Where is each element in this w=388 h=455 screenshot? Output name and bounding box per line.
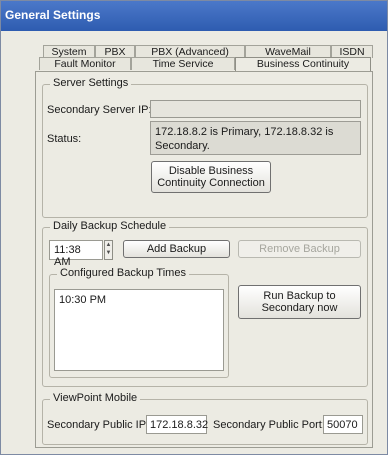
title-bar: General Settings <box>1 1 387 31</box>
secondary-server-ip-label: Secondary Server IP: <box>47 104 152 116</box>
tab-time-service[interactable]: Time Service <box>131 57 235 70</box>
secondary-public-ip-label: Secondary Public IP: <box>47 419 150 431</box>
backup-time-field[interactable]: 11:38 AM <box>49 240 103 268</box>
list-item[interactable]: 10:30 PM <box>59 294 219 306</box>
business-continuity-panel: Server Settings Secondary Server IP: Sta… <box>35 71 373 448</box>
tab-business-continuity[interactable]: Business Continuity <box>235 57 371 71</box>
general-settings-window: General Settings System PBX PBX (Advance… <box>0 0 388 455</box>
run-backup-button[interactable]: Run Backup to Secondary now <box>238 285 361 319</box>
secondary-public-port-label: Secondary Public Port: <box>213 419 325 431</box>
disable-business-continuity-button[interactable]: Disable Business Continuity Connection <box>151 161 271 193</box>
add-backup-button[interactable]: Add Backup <box>123 240 230 258</box>
backup-time-spinner[interactable]: ▲ ▼ <box>104 240 113 260</box>
server-settings-group: Server Settings Secondary Server IP: Sta… <box>42 77 368 218</box>
configured-backup-times-legend: Configured Backup Times <box>57 267 189 279</box>
status-label: Status: <box>47 133 82 145</box>
configured-backup-times-group: Configured Backup Times 10:30 PM <box>49 267 229 378</box>
spin-down-icon[interactable]: ▼ <box>105 249 112 257</box>
viewpoint-mobile-legend: ViewPoint Mobile <box>50 392 141 404</box>
secondary-public-port-field[interactable]: 50070 <box>323 415 363 434</box>
secondary-public-ip-field[interactable]: 172.18.8.32 <box>146 415 208 434</box>
tab-fault-monitor[interactable]: Fault Monitor <box>39 57 131 70</box>
spin-up-icon[interactable]: ▲ <box>105 241 112 249</box>
secondary-server-ip-field[interactable] <box>150 100 361 118</box>
server-settings-legend: Server Settings <box>50 77 132 89</box>
status-text: 172.18.8.2 is Primary, 172.18.8.32 is Se… <box>150 121 361 155</box>
remove-backup-button: Remove Backup <box>238 240 361 258</box>
daily-backup-schedule-legend: Daily Backup Schedule <box>50 220 170 232</box>
viewpoint-mobile-group: ViewPoint Mobile Secondary Public IP: 17… <box>42 392 368 445</box>
backup-times-list[interactable]: 10:30 PM <box>54 289 224 371</box>
window-title: General Settings <box>5 8 101 22</box>
daily-backup-schedule-group: Daily Backup Schedule 11:38 AM ▲ ▼ Add B… <box>42 220 368 387</box>
